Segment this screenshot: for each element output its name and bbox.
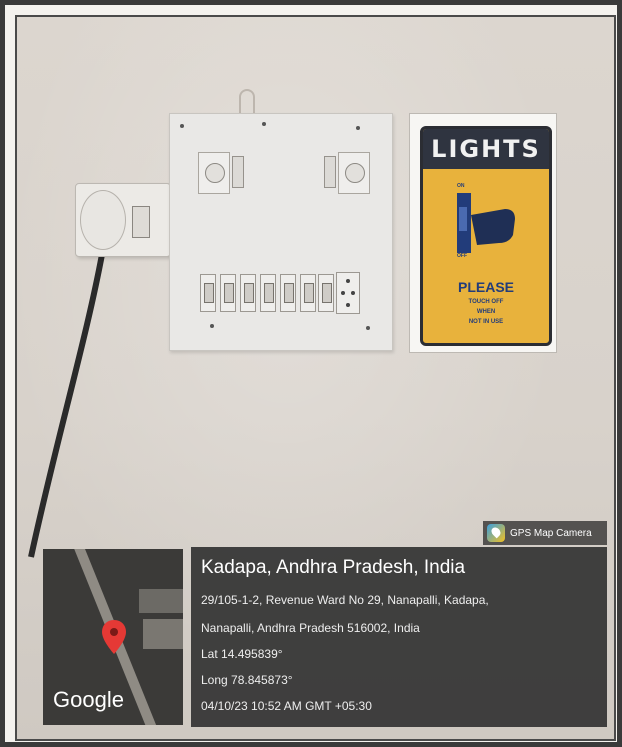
sign-message: PLEASE [457,279,514,295]
map-pin-icon [102,620,126,654]
off-label: OFF [457,253,467,259]
timestamp: 04/10/23 10:52 AM GMT +05:30 [201,699,372,713]
gps-badge-label: GPS Map Camera [510,527,592,539]
latitude: Lat 14.495839° [201,647,283,661]
lights-sign: LIGHTS ON OFF PLEASE TOUCH OFF WHEN NOT … [409,113,557,353]
three-pin-socket [336,272,360,314]
socket-switch [132,206,150,238]
light-switch [260,274,276,312]
light-switch [300,274,316,312]
light-switch [280,274,296,312]
location-info-panel: Kadapa, Andhra Pradesh, India 29/105-1-2… [191,547,607,727]
screw [262,122,266,126]
sign-fine-print: NOT IN USE [468,319,504,325]
light-switch [240,274,256,312]
gps-map-camera-badge: GPS Map Camera [483,521,607,545]
screw [180,124,184,128]
google-logo: Google [53,687,124,712]
sign-fine-print: TOUCH OFF [468,299,504,305]
address-line-2: Nanapalli, Andhra Pradesh 516002, India [201,621,420,635]
regulator-switch [232,156,244,188]
screw [366,326,370,330]
fan-regulator [338,152,370,194]
screw [210,324,214,328]
light-switch [200,274,216,312]
fan-regulator [198,152,230,194]
switch-board [169,113,393,351]
longitude: Long 78.845873° [201,673,293,687]
screw [356,126,360,130]
gps-map-camera-icon [487,524,505,542]
address-line-1: 29/105-1-2, Revenue Ward No 29, Nanapall… [201,593,489,607]
sign-title: LIGHTS [423,129,549,169]
map-thumbnail: Google [43,549,183,725]
light-switch [220,274,236,312]
photo: LIGHTS ON OFF PLEASE TOUCH OFF WHEN NOT … [15,15,616,741]
power-socket-box [75,183,171,257]
plug-top [80,190,126,250]
location-title: Kadapa, Andhra Pradesh, India [201,557,466,578]
regulator-switch [324,156,336,188]
photo-frame: LIGHTS ON OFF PLEASE TOUCH OFF WHEN NOT … [0,0,622,747]
light-switch [318,274,334,312]
sign-fine-print: WHEN [476,309,496,315]
sign-panel: LIGHTS ON OFF PLEASE TOUCH OFF WHEN NOT … [420,126,552,346]
